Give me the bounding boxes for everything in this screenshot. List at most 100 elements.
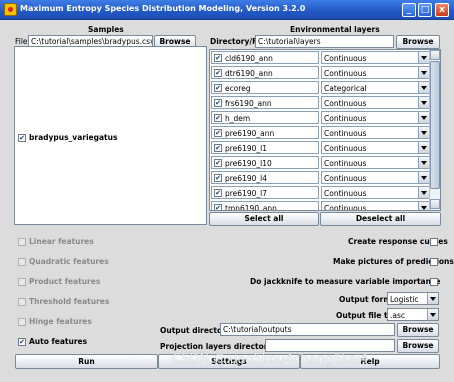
env-row[interactable]: ✔ cld6190_ann Continuous bbox=[210, 50, 431, 65]
env-layer-cell[interactable]: ✔ pre6190_ann bbox=[211, 126, 319, 139]
env-layer-checkbox[interactable]: ✔ bbox=[214, 114, 222, 122]
env-layer-type-select[interactable]: Continuous bbox=[321, 201, 430, 210]
output-file-type-select[interactable]: .asc bbox=[387, 308, 439, 321]
output-format-select[interactable]: Logistic bbox=[387, 292, 439, 305]
output-file-type-value: .asc bbox=[390, 311, 406, 320]
select-all-button[interactable]: Select all bbox=[209, 212, 319, 226]
chevron-down-icon[interactable] bbox=[427, 293, 438, 304]
env-layer-type: Continuous bbox=[324, 114, 367, 123]
env-layer-name: cld6190_ann bbox=[225, 54, 273, 63]
env-layer-cell[interactable]: ✔ frs6190_ann bbox=[211, 96, 319, 109]
env-layer-checkbox[interactable]: ✔ bbox=[214, 54, 222, 62]
pictures-checkbox[interactable] bbox=[430, 258, 438, 266]
env-layer-type-select[interactable]: Continuous bbox=[321, 66, 430, 79]
chevron-down-icon[interactable] bbox=[418, 82, 429, 93]
env-row[interactable]: ✔ pre6190_ann Continuous bbox=[210, 125, 431, 140]
env-layer-cell[interactable]: ✔ h_dem bbox=[211, 111, 319, 124]
env-row[interactable]: ✔ h_dem Continuous bbox=[210, 110, 431, 125]
chevron-down-icon[interactable] bbox=[418, 67, 429, 78]
output-dir-field[interactable]: C:\tutorial\outputs bbox=[220, 323, 395, 336]
chevron-down-icon[interactable] bbox=[418, 52, 429, 63]
chevron-down-icon[interactable] bbox=[418, 142, 429, 153]
env-scrollbar[interactable] bbox=[429, 50, 440, 210]
chevron-down-icon[interactable] bbox=[418, 187, 429, 198]
scroll-up-icon[interactable] bbox=[430, 50, 440, 60]
title-bar[interactable]: Maximum Entropy Species Distribution Mod… bbox=[0, 0, 454, 20]
env-layer-type-select[interactable]: Continuous bbox=[321, 141, 430, 154]
species-checkbox[interactable]: ✔ bbox=[18, 134, 26, 142]
env-layer-type-select[interactable]: Continuous bbox=[321, 96, 430, 109]
env-layer-checkbox[interactable]: ✔ bbox=[214, 174, 222, 182]
env-layer-checkbox[interactable]: ✔ bbox=[214, 69, 222, 77]
quadratic-features-label: Quadratic features bbox=[29, 257, 109, 266]
env-row[interactable]: ✔ pre6190_l4 Continuous bbox=[210, 170, 431, 185]
product-features-checkbox[interactable] bbox=[18, 278, 26, 286]
env-layer-name: pre6190_l4 bbox=[225, 174, 267, 183]
output-dir-browse-button[interactable]: Browse bbox=[397, 323, 439, 337]
projection-browse-button[interactable]: Browse bbox=[397, 339, 439, 353]
auto-features-checkbox[interactable]: ✔ bbox=[18, 338, 26, 346]
env-row[interactable]: ✔ pre6190_l1 Continuous bbox=[210, 140, 431, 155]
projection-field[interactable] bbox=[265, 339, 395, 352]
env-layer-cell[interactable]: ✔ ecoreg bbox=[211, 81, 319, 94]
close-button[interactable]: x bbox=[435, 3, 449, 17]
env-layer-checkbox[interactable]: ✔ bbox=[214, 84, 222, 92]
env-layer-cell[interactable]: ✔ cld6190_ann bbox=[211, 51, 319, 64]
chevron-down-icon[interactable] bbox=[418, 202, 429, 210]
jackknife-label: Do jackknife to measure variable importa… bbox=[250, 277, 441, 286]
env-layer-type-select[interactable]: Continuous bbox=[321, 51, 430, 64]
env-layer-type-select[interactable]: Continuous bbox=[321, 186, 430, 199]
env-layer-name: frs6190_ann bbox=[225, 99, 272, 108]
env-layer-table[interactable]: ✔ cld6190_ann Continuous ✔ dtr6190_ann C… bbox=[209, 49, 441, 211]
maximize-button[interactable]: □ bbox=[418, 3, 432, 17]
hinge-features-checkbox[interactable] bbox=[18, 318, 26, 326]
env-row[interactable]: ✔ tmn6190_ann Continuous bbox=[210, 200, 431, 210]
env-layer-checkbox[interactable]: ✔ bbox=[214, 144, 222, 152]
env-row[interactable]: ✔ pre6190_l7 Continuous bbox=[210, 185, 431, 200]
env-row[interactable]: ✔ dtr6190_ann Continuous bbox=[210, 65, 431, 80]
env-layer-cell[interactable]: ✔ pre6190_l10 bbox=[211, 156, 319, 169]
env-layer-type-select[interactable]: Categorical bbox=[321, 81, 430, 94]
env-row[interactable]: ✔ frs6190_ann Continuous bbox=[210, 95, 431, 110]
env-layer-type-select[interactable]: Continuous bbox=[321, 171, 430, 184]
chevron-down-icon[interactable] bbox=[427, 309, 438, 320]
env-layer-type-select[interactable]: Continuous bbox=[321, 111, 430, 124]
species-list[interactable]: ✔ bradypus_variegatus bbox=[14, 46, 207, 225]
chevron-down-icon[interactable] bbox=[418, 157, 429, 168]
chevron-down-icon[interactable] bbox=[418, 97, 429, 108]
response-curves-checkbox[interactable] bbox=[430, 238, 438, 246]
chevron-down-icon[interactable] bbox=[418, 127, 429, 138]
env-layer-cell[interactable]: ✔ pre6190_l1 bbox=[211, 141, 319, 154]
run-button[interactable]: Run bbox=[15, 354, 158, 369]
env-layer-cell[interactable]: ✔ pre6190_l7 bbox=[211, 186, 319, 199]
env-row[interactable]: ✔ pre6190_l10 Continuous bbox=[210, 155, 431, 170]
env-layer-checkbox[interactable]: ✔ bbox=[214, 99, 222, 107]
env-layer-type-select[interactable]: Continuous bbox=[321, 126, 430, 139]
quadratic-features-checkbox[interactable] bbox=[18, 258, 26, 266]
env-row[interactable]: ✔ ecoreg Categorical bbox=[210, 80, 431, 95]
minimize-button[interactable]: _ bbox=[402, 3, 416, 17]
env-layer-cell[interactable]: ✔ dtr6190_ann bbox=[211, 66, 319, 79]
env-layer-cell[interactable]: ✔ tmn6190_ann bbox=[211, 201, 319, 210]
chevron-down-icon[interactable] bbox=[418, 112, 429, 123]
env-layer-type: Continuous bbox=[324, 129, 367, 138]
env-layer-type-select[interactable]: Continuous bbox=[321, 156, 430, 169]
scroll-down-icon[interactable] bbox=[430, 199, 440, 209]
env-browse-button[interactable]: Browse bbox=[396, 35, 440, 49]
jackknife-checkbox[interactable] bbox=[430, 278, 438, 286]
env-layer-checkbox[interactable]: ✔ bbox=[214, 129, 222, 137]
env-layer-checkbox[interactable]: ✔ bbox=[214, 204, 222, 210]
env-dir-field[interactable]: C:\tutorial\layers bbox=[255, 35, 394, 48]
chevron-down-icon[interactable] bbox=[418, 172, 429, 183]
env-layer-checkbox[interactable]: ✔ bbox=[214, 189, 222, 197]
env-layer-name: pre6190_l7 bbox=[225, 189, 267, 198]
scroll-thumb[interactable] bbox=[430, 61, 440, 189]
threshold-features-checkbox[interactable] bbox=[18, 298, 26, 306]
env-layer-name: pre6190_l1 bbox=[225, 144, 267, 153]
deselect-all-button[interactable]: Deselect all bbox=[320, 212, 441, 226]
env-layer-cell[interactable]: ✔ pre6190_l4 bbox=[211, 171, 319, 184]
linear-features-label: Linear features bbox=[29, 237, 94, 246]
env-layer-checkbox[interactable]: ✔ bbox=[214, 159, 222, 167]
linear-features-checkbox[interactable] bbox=[18, 238, 26, 246]
auto-features-label: Auto features bbox=[29, 337, 88, 346]
